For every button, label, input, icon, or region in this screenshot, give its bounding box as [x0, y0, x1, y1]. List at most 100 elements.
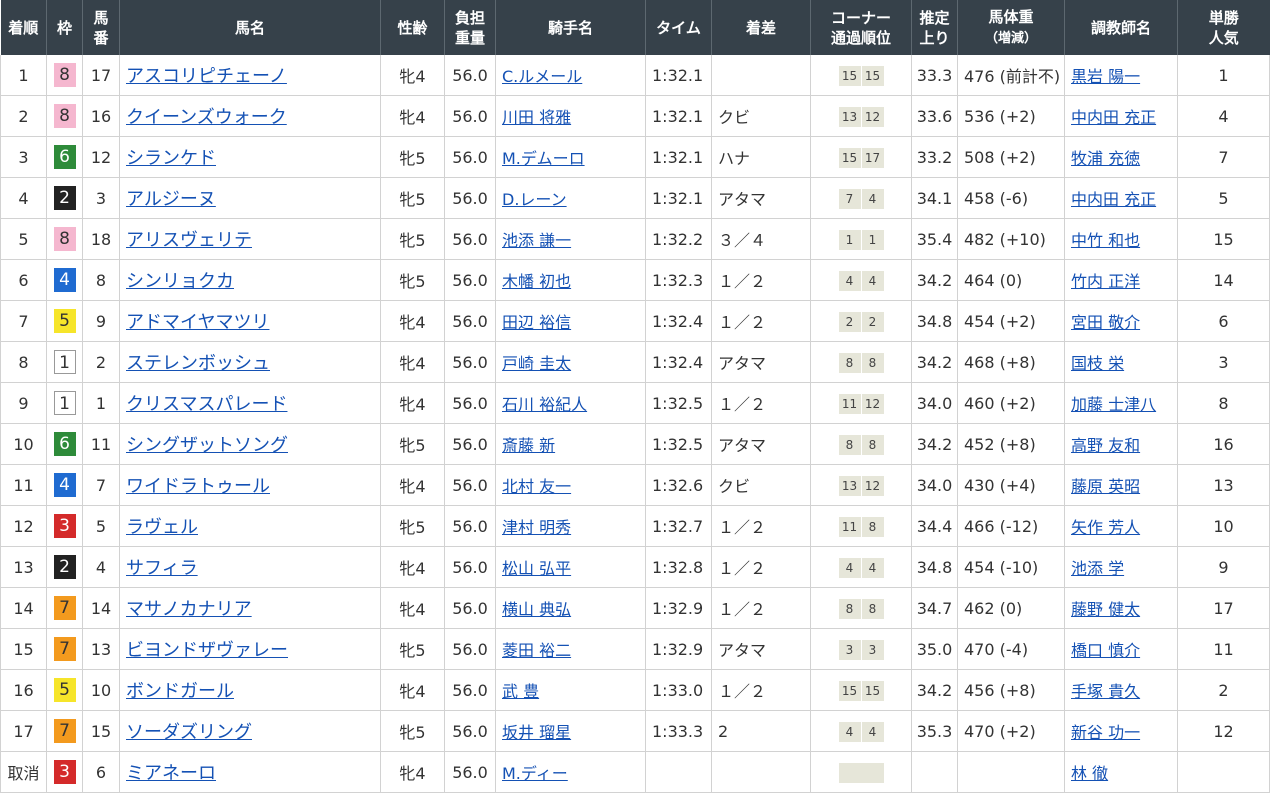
trainer-link[interactable]: 宮田 敬介	[1071, 313, 1140, 332]
corner-cell: 11 12	[810, 382, 912, 424]
time-cell: 1:32.2	[645, 218, 712, 260]
table-row: 9 1 1 クリスマスパレード 牝4 56.0 石川 裕紀人 1:32.5 １／…	[0, 382, 1270, 424]
corner-position-2: 8	[860, 598, 884, 619]
horse-name-link[interactable]: マサノカナリア	[126, 599, 252, 620]
header-horse-name: 馬名	[119, 0, 381, 55]
horse-name-cell: ミアネーロ	[119, 751, 381, 793]
horse-name-link[interactable]: ミアネーロ	[126, 763, 216, 784]
jockey-link[interactable]: 戸崎 圭太	[502, 354, 571, 373]
trainer-link[interactable]: 藤原 英昭	[1071, 477, 1140, 496]
table-row: 5 8 18 アリスヴェリテ 牝5 56.0 池添 謙一 1:32.2 ３／４ …	[0, 218, 1270, 260]
jockey-cell: 木幡 初也	[495, 259, 646, 301]
table-row: 15 7 13 ビヨンドザヴァレー 牝5 56.0 菱田 裕二 1:32.9 ア…	[0, 628, 1270, 670]
rank-cell: 5	[0, 218, 47, 260]
carried-weight-cell: 56.0	[444, 259, 496, 301]
trainer-link[interactable]: 黒岩 陽一	[1071, 67, 1140, 86]
jockey-link[interactable]: 武 豊	[502, 682, 539, 701]
rank-cell: 4	[0, 177, 47, 219]
trainer-cell: 藤原 英昭	[1064, 464, 1178, 506]
horse-name-link[interactable]: ビヨンドザヴァレー	[126, 640, 288, 661]
horse-name-cell: アルジーヌ	[119, 177, 381, 219]
horse-number-cell: 11	[82, 423, 120, 465]
body-weight-cell: 508 (+2)	[957, 136, 1065, 178]
horse-name-link[interactable]: サフィラ	[126, 558, 198, 579]
table-row: 2 8 16 クイーンズウォーク 牝4 56.0 川田 将雅 1:32.1 クビ…	[0, 95, 1270, 137]
waku-badge: 7	[53, 637, 76, 661]
jockey-link[interactable]: M.デムーロ	[502, 149, 585, 168]
trainer-link[interactable]: 中内田 充正	[1071, 190, 1156, 209]
jockey-link[interactable]: 斎藤 新	[502, 436, 555, 455]
horse-name-link[interactable]: アドマイヤマツリ	[126, 312, 269, 333]
jockey-link[interactable]: 木幡 初也	[502, 272, 571, 291]
horse-number-cell: 1	[82, 382, 120, 424]
corner-positions: 11 8	[838, 516, 884, 537]
trainer-link[interactable]: 中竹 和也	[1071, 231, 1140, 250]
waku-badge: 3	[53, 760, 76, 784]
jockey-link[interactable]: 菱田 裕二	[502, 641, 571, 660]
jockey-link[interactable]: 池添 謙一	[502, 231, 571, 250]
waku-badge: 4	[53, 268, 76, 292]
horse-name-link[interactable]: クイーンズウォーク	[126, 107, 287, 128]
body-weight-cell: 452 (+8)	[957, 423, 1065, 465]
body-weight-cell: 470 (+2)	[957, 710, 1065, 752]
trainer-link[interactable]: 中内田 充正	[1071, 108, 1156, 127]
trainer-link[interactable]: 加藤 士津八	[1071, 395, 1156, 414]
jockey-link[interactable]: D.レーン	[502, 190, 567, 209]
jockey-link[interactable]: 津村 明秀	[502, 518, 571, 537]
trainer-cell: 加藤 士津八	[1064, 382, 1178, 424]
sex-age-cell: 牝5	[380, 136, 445, 178]
horse-name-link[interactable]: アスコリピチェーノ	[126, 66, 287, 87]
trainer-link[interactable]: 竹内 正洋	[1071, 272, 1140, 291]
trainer-link[interactable]: 林 徹	[1071, 764, 1108, 783]
horse-name-link[interactable]: クリスマスパレード	[126, 394, 287, 415]
jockey-link[interactable]: 松山 弘平	[502, 559, 571, 578]
header-popularity-line2: 人気	[1208, 28, 1239, 47]
trainer-link[interactable]: 矢作 芳人	[1071, 518, 1140, 537]
last-3f-cell: 35.3	[911, 710, 958, 752]
horse-name-link[interactable]: ステレンボッシュ	[126, 353, 270, 374]
trainer-link[interactable]: 藤野 健太	[1071, 600, 1140, 619]
trainer-link[interactable]: 池添 学	[1071, 559, 1124, 578]
horse-name-link[interactable]: ワイドラトゥール	[126, 476, 270, 497]
horse-name-link[interactable]: ソーダズリング	[126, 722, 252, 743]
corner-positions: 22	[838, 311, 884, 332]
trainer-link[interactable]: 高野 友和	[1071, 436, 1140, 455]
horse-name-link[interactable]: シランケド	[126, 148, 216, 169]
header-sex-age: 性齢	[380, 0, 445, 55]
jockey-link[interactable]: M.ディー	[502, 764, 568, 783]
jockey-link[interactable]: 川田 将雅	[502, 108, 571, 127]
time-cell: 1:32.1	[645, 55, 712, 96]
table-row: 14 7 14 マサノカナリア 牝4 56.0 横山 典弘 1:32.9 １／２…	[0, 587, 1270, 629]
body-weight-cell: 460 (+2)	[957, 382, 1065, 424]
horse-name-link[interactable]: ボンドガール	[126, 681, 234, 702]
rank-cell: 13	[0, 546, 47, 588]
horse-name-link[interactable]: アルジーヌ	[126, 189, 216, 210]
trainer-link[interactable]: 橋口 慎介	[1071, 641, 1140, 660]
horse-name-link[interactable]: シンリョクカ	[126, 271, 234, 292]
jockey-link[interactable]: 田辺 裕信	[502, 313, 571, 332]
time-cell: 1:32.9	[645, 628, 712, 670]
time-cell: 1:32.7	[645, 505, 712, 547]
waku-badge: 6	[53, 145, 76, 169]
trainer-link[interactable]: 牧浦 充徳	[1071, 149, 1140, 168]
trainer-link[interactable]: 手塚 貴久	[1071, 682, 1140, 701]
margin-cell: １／２	[711, 382, 811, 424]
jockey-link[interactable]: 石川 裕紀人	[502, 395, 587, 414]
jockey-link[interactable]: 坂井 瑠星	[502, 723, 571, 742]
header-horse-number-line1: 馬	[93, 8, 109, 27]
corner-cell: 88	[810, 587, 912, 629]
jockey-link[interactable]: 横山 典弘	[502, 600, 571, 619]
horse-name-link[interactable]: ラヴェル	[126, 517, 198, 538]
horse-name-link[interactable]: シングザットソング	[126, 435, 288, 456]
horse-name-link[interactable]: アリスヴェリテ	[126, 230, 252, 251]
trainer-link[interactable]: 国枝 栄	[1071, 354, 1124, 373]
jockey-link[interactable]: 北村 友一	[502, 477, 571, 496]
corner-position-1: 3	[845, 642, 854, 657]
jockey-link[interactable]: C.ルメール	[502, 67, 582, 86]
corner-cell: 88	[810, 423, 912, 465]
trainer-link[interactable]: 新谷 功一	[1071, 723, 1140, 742]
header-horse-number-line2: 番	[93, 28, 109, 47]
rank-cell: 15	[0, 628, 47, 670]
carried-weight-cell: 56.0	[444, 751, 496, 793]
margin-cell: １／２	[711, 669, 811, 711]
